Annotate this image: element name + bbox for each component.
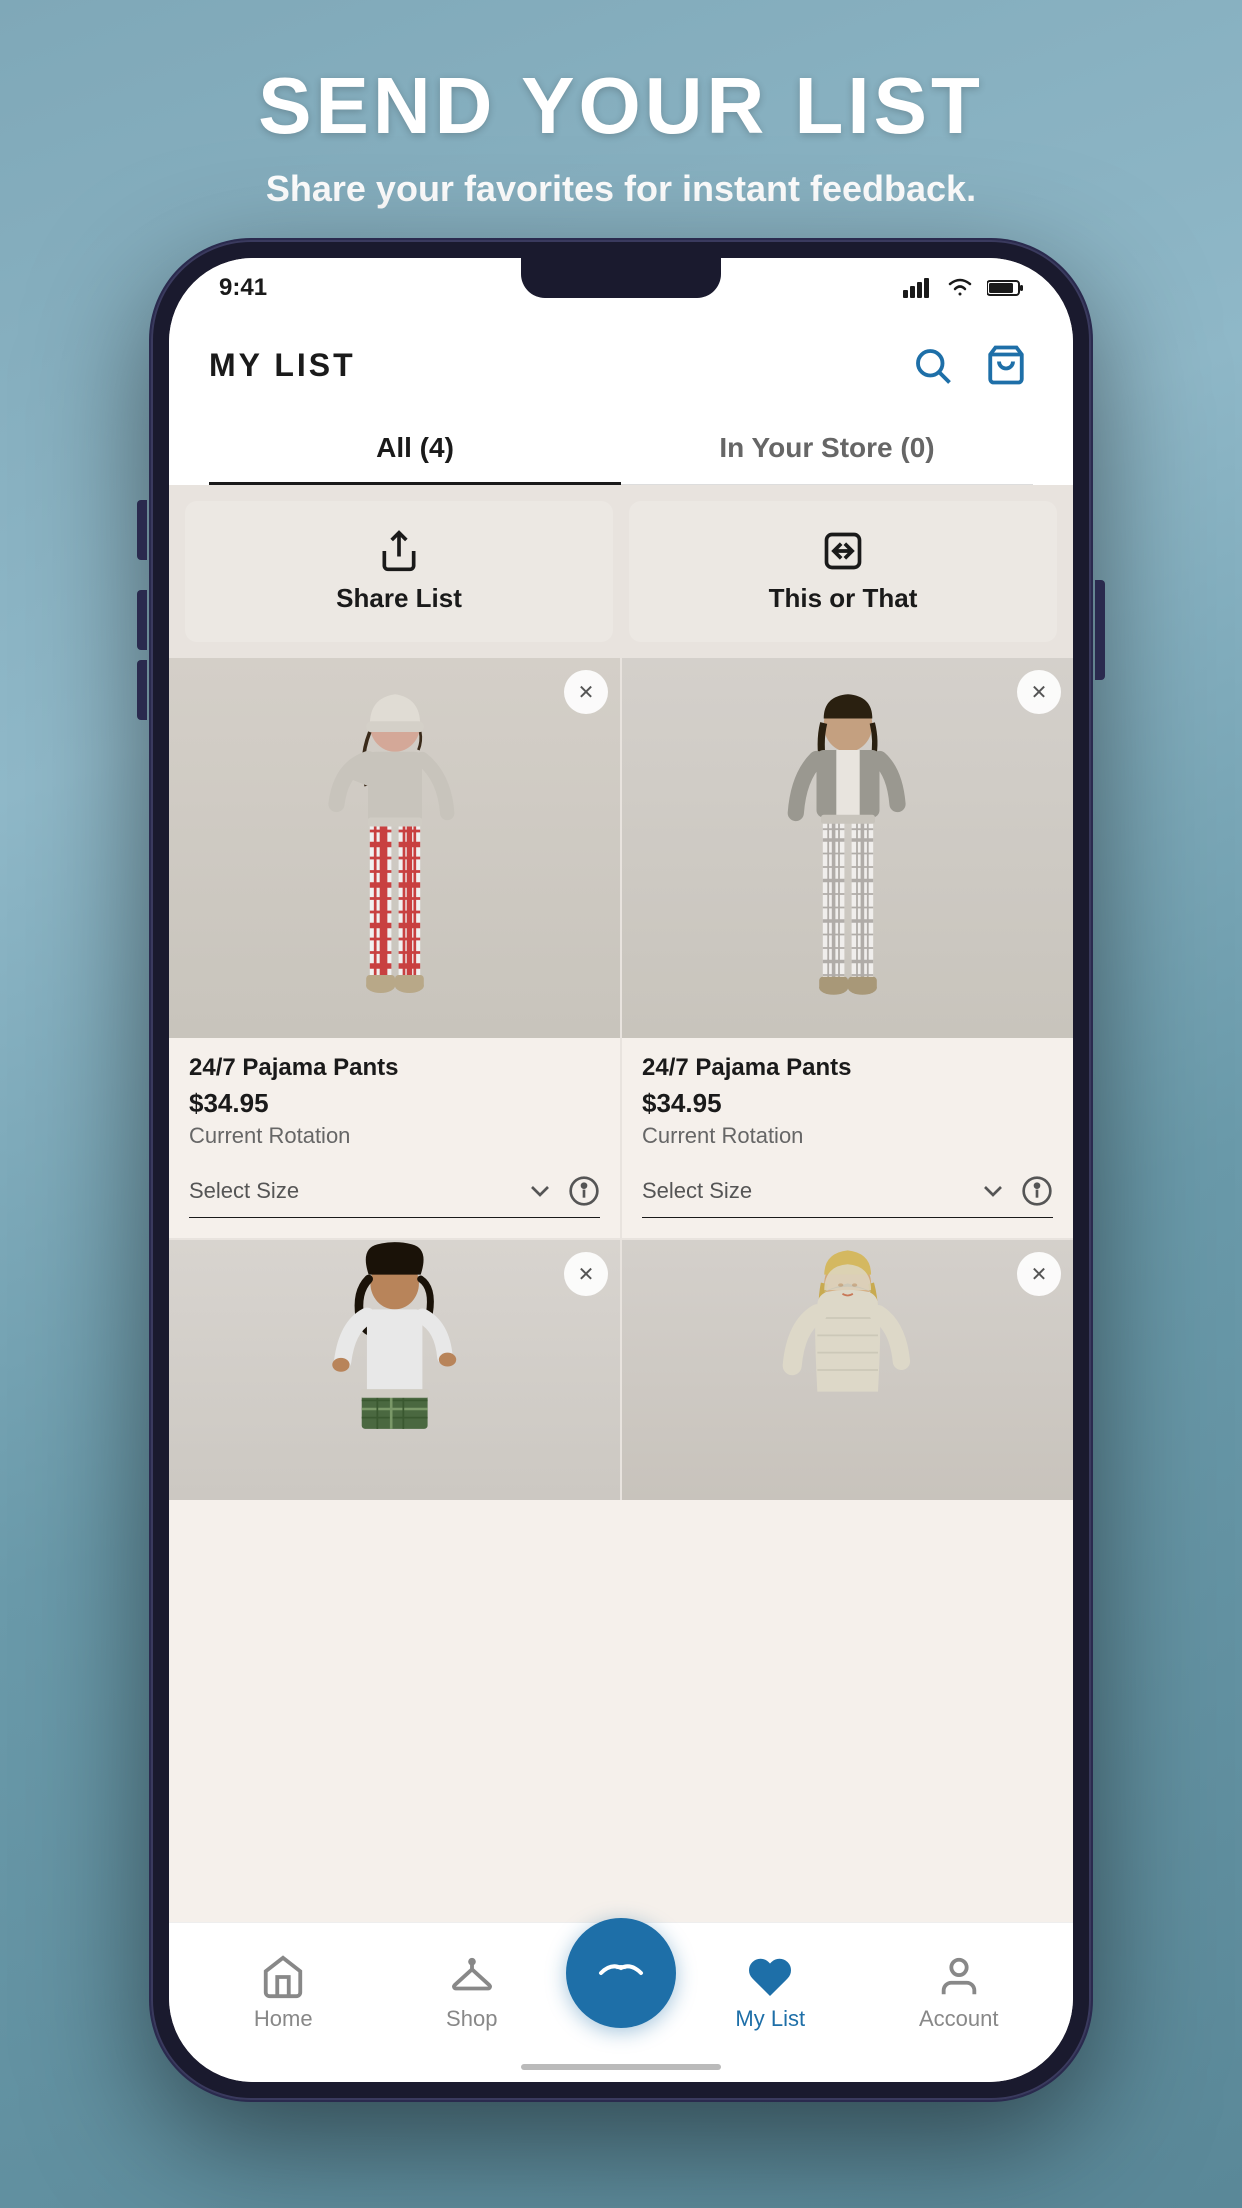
remove-product-4[interactable]: ✕ (1017, 1252, 1061, 1296)
size-info-icon-2[interactable] (1021, 1175, 1053, 1207)
product-card-1: ✕ 24/7 Pajama Pants $34.95 Current Rotat… (169, 658, 620, 1238)
product-info-2: 24/7 Pajama Pants $34.95 Current Rotatio… (622, 1038, 1073, 1149)
product-subtitle-1: Current Rotation (189, 1123, 600, 1149)
product-image-4: ✕ (622, 1240, 1073, 1500)
app-header-top: MY LIST (209, 338, 1033, 412)
page-bg-subtitle: Share your favorites for instant feedbac… (258, 168, 984, 210)
product-image-1: ✕ (169, 658, 620, 1038)
size-selector-2[interactable]: Select Size (642, 1165, 1053, 1218)
tab-all[interactable]: All (4) (209, 412, 621, 484)
header-icons (905, 338, 1033, 392)
model-figure-2 (758, 678, 938, 1038)
product-card-2: ✕ 24/7 Pajama Pants $34.95 Current Rotat… (622, 658, 1073, 1238)
app-content: Share List This or That (169, 485, 1073, 1922)
tabs: All (4) In Your Store (0) (209, 412, 1033, 485)
heart-icon (747, 1954, 793, 2000)
size-info-icon-1[interactable] (568, 1175, 600, 1207)
wifi-icon (945, 278, 975, 298)
tab-in-store[interactable]: In Your Store (0) (621, 412, 1033, 484)
product-name-1: 24/7 Pajama Pants (189, 1054, 600, 1082)
search-icon-btn[interactable] (905, 338, 959, 392)
swap-icon (821, 529, 865, 573)
product-card-3: ✕ (169, 1240, 620, 1500)
chevron-down-icon-2 (977, 1175, 1009, 1207)
model-figure-3 (308, 1240, 481, 1500)
home-indicator (521, 2064, 721, 2070)
nav-shop[interactable]: Shop (378, 1954, 567, 2032)
nav-my-list[interactable]: My List (676, 1954, 865, 2032)
home-icon (260, 1954, 306, 2000)
app-title: MY LIST (209, 347, 356, 384)
chevron-down-icon-1 (524, 1175, 556, 1207)
bottom-nav: Home Shop (169, 1922, 1073, 2082)
remove-product-2[interactable]: ✕ (1017, 670, 1061, 714)
product-card-4: ✕ (622, 1240, 1073, 1500)
nav-account[interactable]: Account (865, 1954, 1054, 2032)
signal-icon (903, 278, 933, 298)
action-buttons-row: Share List This or That (169, 485, 1073, 658)
product-info-1: 24/7 Pajama Pants $34.95 Current Rotatio… (169, 1038, 620, 1149)
share-list-button[interactable]: Share List (185, 501, 613, 642)
nav-home[interactable]: Home (189, 1954, 378, 2032)
battery-icon (987, 279, 1023, 297)
product-price-2: $34.95 (642, 1088, 1053, 1119)
phone-notch (521, 258, 721, 298)
phone-shell: 9:41 (151, 240, 1091, 2100)
page-header: SEND YOUR LIST Share your favorites for … (218, 0, 1024, 240)
nav-center-hollister[interactable] (566, 1918, 676, 2028)
model-figure-1 (305, 678, 485, 1038)
page-bg-title: SEND YOUR LIST (258, 60, 984, 152)
person-icon (936, 1954, 982, 2000)
product-subtitle-2: Current Rotation (642, 1123, 1053, 1149)
size-placeholder-2: Select Size (642, 1178, 752, 1204)
app-header: MY LIST (169, 318, 1073, 485)
phone-screen: 9:41 (169, 258, 1073, 2082)
this-or-that-button[interactable]: This or That (629, 501, 1057, 642)
bag-icon-btn[interactable] (979, 338, 1033, 392)
model-figure-4 (761, 1240, 934, 1500)
product-image-2: ✕ (622, 658, 1073, 1038)
product-image-3: ✕ (169, 1240, 620, 1500)
size-selector-1[interactable]: Select Size (189, 1165, 600, 1218)
product-name-2: 24/7 Pajama Pants (642, 1054, 1053, 1082)
product-price-1: $34.95 (189, 1088, 600, 1119)
remove-product-3[interactable]: ✕ (564, 1252, 608, 1296)
share-icon (377, 529, 421, 573)
status-time: 9:41 (219, 274, 267, 302)
hanger-icon (449, 1954, 495, 2000)
remove-product-1[interactable]: ✕ (564, 670, 608, 714)
size-placeholder-1: Select Size (189, 1178, 299, 1204)
product-grid: ✕ 24/7 Pajama Pants $34.95 Current Rotat… (169, 658, 1073, 1500)
bird-icon (591, 1943, 651, 2003)
